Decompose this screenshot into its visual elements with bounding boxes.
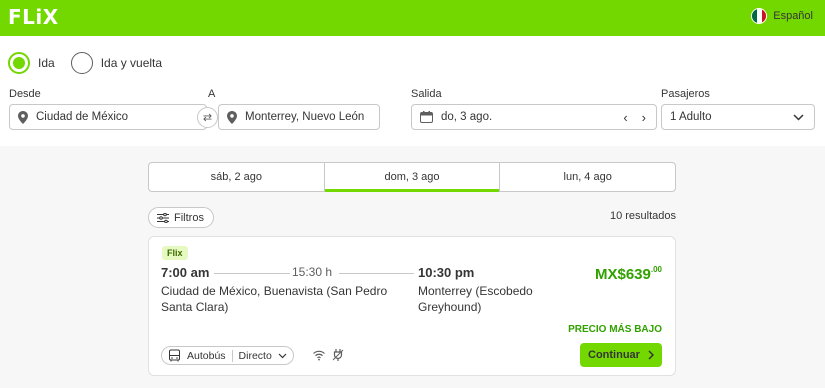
bus-icon [169,349,180,362]
passengers-value: 1 Adulto [670,111,712,123]
filters-button[interactable]: Filtros [148,207,214,228]
from-value: Ciudad de México [36,111,129,123]
trip-type-radio-ida[interactable] [8,52,30,74]
trip-type-radio-ida-y-vuelta[interactable] [70,52,93,74]
previous-date-button[interactable]: ‹ [623,110,627,125]
date-tab-previous[interactable]: sáb, 2 ago [149,163,325,191]
passengers-label: Pasajeros [661,88,710,100]
power-outlet-icon [332,349,344,361]
route-type: Directo [238,349,272,362]
language-selector[interactable]: Español [751,8,813,24]
filters-label: Filtros [174,211,204,224]
continue-button[interactable]: Continuar [580,343,662,367]
chevron-down-icon [278,353,287,358]
arrival-time: 10:30 pm [418,265,475,280]
language-label: Español [773,10,813,22]
flix-logo[interactable]: FLiX [8,5,59,29]
duration-line [214,273,290,274]
swap-directions-button[interactable]: ⇄ [197,107,218,128]
date-value: do, 3 ago. [441,111,493,123]
date-tab-selected[interactable]: dom, 3 ago [324,163,501,192]
wifi-icon [313,350,325,361]
location-pin-icon [18,110,28,124]
calendar-icon [420,111,433,123]
to-label: A [208,88,216,100]
date-label: Salida [411,88,442,100]
brand-badge: Flix [162,246,188,260]
lowest-price-badge: PRECIO MÁS BAJO [568,324,662,335]
price-amount: MX$639 [595,266,651,283]
chevron-right-icon [648,350,654,360]
trip-type-selector: Ida Ida y vuelta [8,52,178,74]
date-input[interactable]: do, 3 ago. ‹ › [411,104,657,130]
trip-type-label-ida: Ida [38,56,55,70]
swap-icon: ⇄ [202,112,213,124]
passengers-select[interactable]: 1 Adulto [661,104,815,130]
chevron-down-icon [793,114,804,121]
price-cents: .00 [650,265,662,274]
trip-duration: 15:30 h [292,265,333,279]
continue-label: Continuar [588,349,640,361]
trip-result-card[interactable]: Flix 7:00 am 15:30 h 10:30 pm Ciudad de … [148,236,676,376]
duration-line [339,273,414,274]
location-pin-icon [227,110,237,124]
date-tab-next[interactable]: lun, 4 ago [500,163,675,191]
trip-details-toggle[interactable]: Autobús Directo [161,346,294,365]
top-bar: FLiX Español [0,0,825,36]
arrival-station: Monterrey (Escobedo Greyhound) [418,284,533,314]
date-tabs: sáb, 2 ago dom, 3 ago lun, 4 ago [148,162,676,192]
to-input[interactable]: Monterrey, Nuevo León [218,104,380,130]
to-value: Monterrey, Nuevo León [245,111,365,123]
departure-time: 7:00 am [161,265,210,280]
from-label: Desde [9,88,41,100]
filter-sliders-icon [157,212,169,223]
mexico-flag-icon [751,8,768,24]
vehicle-type: Autobús [187,349,226,362]
next-date-button[interactable]: › [642,110,646,125]
trip-type-label-ida-y-vuelta: Ida y vuelta [100,56,163,70]
from-input[interactable]: Ciudad de México [9,104,207,130]
search-form: Ida Ida y vuelta Desde A Salida Pasajero… [0,36,825,146]
results-count: 10 resultados [609,210,676,222]
departure-station: Ciudad de México, Buenavista (San Pedro … [161,284,388,314]
trip-price: MX$639.00 [595,265,662,283]
